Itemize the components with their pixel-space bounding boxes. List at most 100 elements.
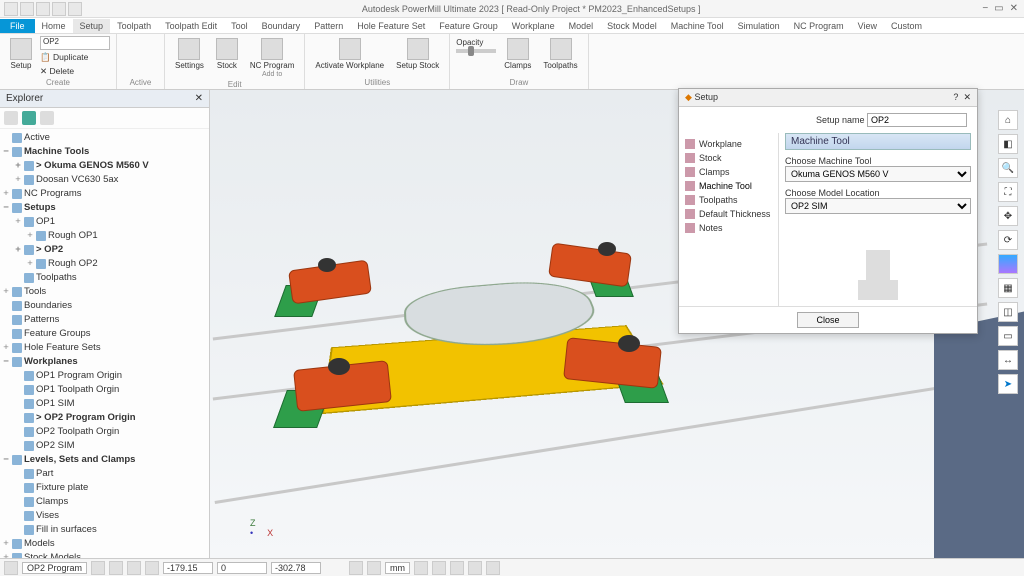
tree-node[interactable]: +Rough OP1: [2, 229, 207, 243]
tree-node[interactable]: +Stock Models: [2, 551, 207, 558]
tree-node[interactable]: Fixture plate: [2, 481, 207, 495]
menu-home[interactable]: Home: [35, 19, 73, 33]
dialog-close-button[interactable]: Close: [797, 312, 858, 328]
close-button[interactable]: ✕: [1010, 3, 1018, 14]
tree-node[interactable]: OP2 SIM: [2, 439, 207, 453]
cursor-icon[interactable]: ➤: [998, 374, 1018, 394]
menu-file[interactable]: File: [0, 19, 35, 33]
explorer-tb-icon[interactable]: [22, 111, 36, 125]
minimize-button[interactable]: −: [982, 3, 988, 14]
dialog-help-icon[interactable]: ?: [953, 92, 958, 102]
tree-node[interactable]: Boundaries: [2, 299, 207, 313]
explorer-tb-icon[interactable]: [40, 111, 54, 125]
dialog-nav-machine-tool[interactable]: Machine Tool: [679, 179, 778, 193]
tree-node[interactable]: +NC Programs: [2, 187, 207, 201]
status-icon[interactable]: [91, 561, 105, 575]
zoom-icon[interactable]: 🔍: [998, 158, 1018, 178]
status-icon[interactable]: [109, 561, 123, 575]
tree-node[interactable]: > OP2 Program Origin: [2, 411, 207, 425]
settings-button[interactable]: Settings: [171, 36, 208, 72]
menu-custom[interactable]: Custom: [884, 19, 929, 33]
setup-name-input[interactable]: [867, 113, 967, 127]
wireframe-icon[interactable]: ▦: [998, 278, 1018, 298]
qat-open-icon[interactable]: [36, 2, 50, 16]
status-z[interactable]: -302.78: [271, 562, 321, 574]
dialog-nav-default-thickness[interactable]: Default Thickness: [679, 207, 778, 221]
view-cube-icon[interactable]: ◧: [998, 134, 1018, 154]
status-icon[interactable]: [145, 561, 159, 575]
menu-hole-feature-set[interactable]: Hole Feature Set: [350, 19, 432, 33]
menu-model[interactable]: Model: [562, 19, 601, 33]
dialog-titlebar[interactable]: ◆ Setup ? ✕: [679, 89, 977, 107]
tree-node[interactable]: Feature Groups: [2, 327, 207, 341]
tree-node[interactable]: +OP1: [2, 215, 207, 229]
menu-boundary[interactable]: Boundary: [255, 19, 308, 33]
pan-icon[interactable]: ✥: [998, 206, 1018, 226]
nc-program-button[interactable]: NC ProgramAdd to: [246, 36, 298, 80]
menu-view[interactable]: View: [851, 19, 884, 33]
status-workplane-icon[interactable]: [4, 561, 18, 575]
stock-button[interactable]: Stock: [212, 36, 242, 72]
status-icon[interactable]: [486, 561, 500, 575]
menu-tool[interactable]: Tool: [224, 19, 255, 33]
tree-node[interactable]: Clamps: [2, 495, 207, 509]
explorer-close-icon[interactable]: ✕: [195, 93, 203, 104]
qat-save-icon[interactable]: [20, 2, 34, 16]
dialog-nav-stock[interactable]: Stock: [679, 151, 778, 165]
menu-simulation[interactable]: Simulation: [731, 19, 787, 33]
choose-machine-select[interactable]: Okuma GENOS M560 V: [785, 166, 971, 182]
iso-icon[interactable]: ◫: [998, 302, 1018, 322]
status-icon[interactable]: [450, 561, 464, 575]
status-icon[interactable]: [432, 561, 446, 575]
menu-toolpath-edit[interactable]: Toolpath Edit: [158, 19, 224, 33]
tree-node[interactable]: +Models: [2, 537, 207, 551]
dialog-nav-toolpaths[interactable]: Toolpaths: [679, 193, 778, 207]
tree-node[interactable]: +Hole Feature Sets: [2, 341, 207, 355]
tree-node[interactable]: +Rough OP2: [2, 257, 207, 271]
tree-node[interactable]: OP1 Toolpath Orgin: [2, 383, 207, 397]
menu-stock-model[interactable]: Stock Model: [600, 19, 664, 33]
tree-node[interactable]: −Levels, Sets and Clamps: [2, 453, 207, 467]
tree-node[interactable]: −Setups: [2, 201, 207, 215]
qat-undo-icon[interactable]: [52, 2, 66, 16]
shading-icon[interactable]: [998, 254, 1018, 274]
tree-node[interactable]: OP1 SIM: [2, 397, 207, 411]
menu-pattern[interactable]: Pattern: [307, 19, 350, 33]
maximize-button[interactable]: ▭: [994, 3, 1003, 14]
menu-feature-group[interactable]: Feature Group: [432, 19, 505, 33]
menu-setup[interactable]: Setup: [73, 19, 111, 33]
zoom-fit-icon[interactable]: ⛶: [998, 182, 1018, 202]
toolpaths-button[interactable]: Toolpaths: [539, 36, 581, 72]
status-units[interactable]: mm: [385, 562, 410, 574]
tree-node[interactable]: +> Okuma GENOS M560 V: [2, 159, 207, 173]
view-home-icon[interactable]: ⌂: [998, 110, 1018, 130]
tree-node[interactable]: +> OP2: [2, 243, 207, 257]
dialog-close-icon[interactable]: ✕: [963, 92, 971, 102]
menu-nc-program[interactable]: NC Program: [787, 19, 851, 33]
tree-node[interactable]: Toolpaths: [2, 271, 207, 285]
setup-button[interactable]: Setup: [6, 36, 36, 72]
menu-machine-tool[interactable]: Machine Tool: [664, 19, 731, 33]
dialog-nav-clamps[interactable]: Clamps: [679, 165, 778, 179]
status-icon[interactable]: [349, 561, 363, 575]
tree-node[interactable]: Vises: [2, 509, 207, 523]
tree-node[interactable]: −Machine Tools: [2, 145, 207, 159]
status-workplane-select[interactable]: OP2 Program: [22, 562, 87, 574]
menu-toolpath[interactable]: Toolpath: [110, 19, 158, 33]
tree-node[interactable]: Fill in surfaces: [2, 523, 207, 537]
qat-redo-icon[interactable]: [68, 2, 82, 16]
status-icon[interactable]: [367, 561, 381, 575]
duplicate-button[interactable]: 📋 Duplicate: [40, 51, 110, 64]
measure-icon[interactable]: ↔: [998, 350, 1018, 370]
delete-button[interactable]: ✕ Delete: [40, 65, 110, 78]
qat-app-icon[interactable]: [4, 2, 18, 16]
tree-node[interactable]: +Tools: [2, 285, 207, 299]
explorer-tree[interactable]: Active−Machine Tools+> Okuma GENOS M560 …: [0, 129, 209, 558]
setup-stock-button[interactable]: Setup Stock: [392, 36, 443, 72]
tree-node[interactable]: Active: [2, 131, 207, 145]
rotate-icon[interactable]: ⟳: [998, 230, 1018, 250]
tree-node[interactable]: OP1 Program Origin: [2, 369, 207, 383]
clamps-button[interactable]: Clamps: [500, 36, 535, 72]
explorer-tb-icon[interactable]: [4, 111, 18, 125]
choose-location-select[interactable]: OP2 SIM: [785, 198, 971, 214]
